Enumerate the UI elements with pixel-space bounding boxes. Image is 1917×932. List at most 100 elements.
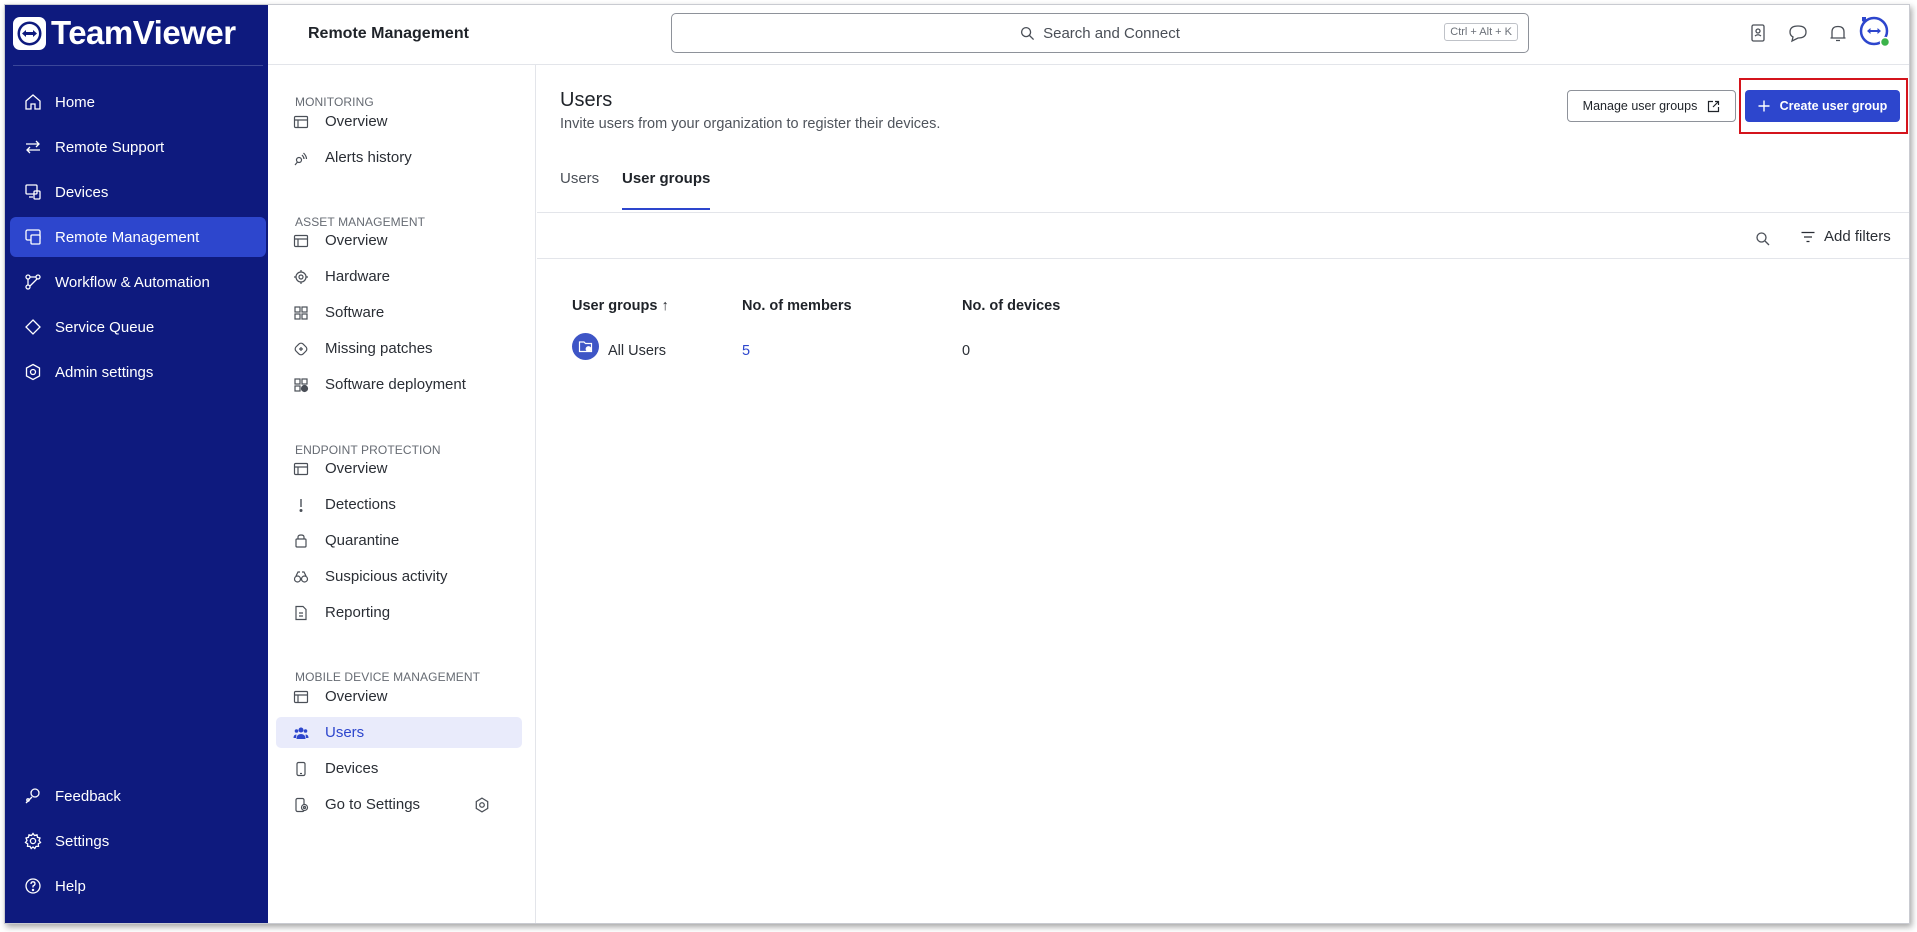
plus-icon (1758, 100, 1770, 112)
table-row-name[interactable]: All Users (608, 343, 666, 359)
subnav-label: Overview (325, 113, 388, 130)
nav-item-devices[interactable]: Devices (10, 172, 266, 212)
subnav-label: Suspicious activity (325, 568, 448, 585)
subnav-software-deployment[interactable]: Software deployment (276, 369, 522, 400)
workflow-icon (25, 274, 41, 290)
notification-bell-icon[interactable] (1827, 22, 1849, 44)
subnav-label: Software deployment (325, 376, 466, 393)
subnav-label: Devices (325, 760, 379, 777)
nav-item-feedback[interactable]: Feedback (10, 776, 266, 816)
add-filters-label: Add filters (1824, 228, 1891, 245)
search-placeholder: Search and Connect (1043, 24, 1180, 42)
nav-item-remote-support[interactable]: Remote Support (10, 127, 266, 167)
filter-icon (1801, 231, 1815, 242)
devices-icon (25, 184, 41, 200)
subnav-label: Missing patches (325, 340, 433, 357)
subnav-mdm-devices[interactable]: Devices (276, 753, 522, 784)
subnav-label: Detections (325, 496, 396, 513)
header-title: Remote Management (308, 25, 469, 42)
keyboard-shortcut-badge: Ctrl + Alt + K (1444, 23, 1518, 41)
nav-item-home[interactable]: Home (10, 82, 266, 122)
subnav-alerts-history[interactable]: Alerts history (276, 142, 522, 173)
search-icon (1021, 26, 1035, 40)
exclamation-icon (299, 498, 303, 512)
subnav-label: Hardware (325, 268, 391, 285)
alert-signal-icon (294, 152, 308, 165)
nav-item-label: Home (55, 93, 96, 111)
subnav-endpoint-overview[interactable]: Overview (276, 453, 522, 484)
subnav-asset-overview[interactable]: Overview (276, 225, 522, 256)
subnav-label: Software (325, 304, 385, 321)
device-settings-icon (295, 797, 309, 812)
logo-text: TeamViewer (51, 14, 236, 51)
subnav-label: Quarantine (325, 532, 400, 549)
subnav-quarantine[interactable]: Quarantine (276, 525, 522, 556)
subnav-monitoring-overview[interactable]: Overview (276, 106, 522, 137)
divider (13, 65, 263, 66)
nav-item-admin-settings[interactable]: Admin settings (10, 352, 266, 392)
lock-bag-icon (295, 533, 307, 548)
column-header-label: User groups (572, 298, 658, 314)
subnav-go-to-settings[interactable]: Go to Settings (276, 789, 522, 820)
teamviewer-logo-icon (13, 16, 46, 50)
subnav-label: Overview (325, 688, 388, 705)
subnav-hardware[interactable]: Hardware (276, 261, 522, 292)
search-and-connect-input[interactable]: Search and Connect Ctrl + Alt + K (671, 13, 1529, 53)
secondary-sidebar: MONITORING Overview Alerts history ASSET… (268, 65, 536, 923)
phone-icon (296, 761, 306, 776)
manage-user-groups-button[interactable]: Manage user groups (1567, 90, 1736, 122)
teamviewer-logo[interactable]: TeamViewer (13, 14, 236, 51)
dashboard-icon (293, 690, 309, 703)
table-row-members-link[interactable]: 5 (742, 343, 750, 359)
column-header-members[interactable]: No. of members (742, 298, 852, 314)
main-sidebar: TeamViewer Home Remote Support Devices R… (5, 5, 268, 923)
help-icon (25, 878, 41, 894)
binoculars-icon (293, 570, 309, 583)
settings-gear-icon (475, 796, 489, 813)
sort-ascending-icon: ↑ (661, 298, 669, 314)
tab-users[interactable]: Users (560, 170, 599, 210)
tabs-divider (537, 212, 1909, 213)
subnav-suspicious-activity[interactable]: Suspicious activity (276, 561, 522, 592)
subnav-software[interactable]: Software (276, 297, 522, 328)
subnav-label: Reporting (325, 604, 391, 621)
dashboard-icon (293, 115, 309, 128)
search-icon[interactable] (1755, 231, 1771, 247)
main-content: Users Invite users from your organizatio… (537, 65, 1909, 923)
gear-icon (24, 832, 42, 850)
page-title: Users (560, 89, 613, 111)
column-header-user-groups[interactable]: User groups ↑ (572, 298, 669, 314)
nav-item-settings[interactable]: Settings (10, 821, 266, 861)
subnav-label: Overview (325, 460, 388, 477)
nav-item-remote-management[interactable]: Remote Management (10, 217, 266, 257)
chat-icon[interactable] (1787, 22, 1809, 44)
dashboard-icon (293, 462, 309, 475)
user-avatar[interactable] (1857, 14, 1891, 48)
report-icon (295, 605, 307, 620)
subnav-missing-patches[interactable]: Missing patches (276, 333, 522, 364)
nav-item-label: Help (55, 877, 86, 895)
page-subtitle: Invite users from your organization to r… (560, 116, 941, 132)
subnav-mdm-overview[interactable]: Overview (276, 681, 522, 712)
nav-item-label: Feedback (55, 787, 121, 805)
subnav-reporting[interactable]: Reporting (276, 597, 522, 628)
add-filters-button[interactable]: Add filters (1801, 228, 1891, 245)
dashboard-icon (293, 234, 309, 247)
create-user-group-button[interactable]: Create user group (1745, 90, 1900, 122)
users-icon (293, 727, 309, 739)
table-row-devices: 0 (962, 343, 971, 359)
nav-item-workflow[interactable]: Workflow & Automation (10, 262, 266, 302)
nav-item-help[interactable]: Help (10, 866, 266, 906)
column-header-devices[interactable]: No. of devices (962, 298, 1060, 314)
nav-item-label: Admin settings (55, 363, 154, 381)
filters-divider (537, 258, 1909, 259)
tab-user-groups[interactable]: User groups (622, 170, 711, 210)
subnav-users[interactable]: Users (276, 717, 522, 748)
create-user-group-label: Create user group (1779, 99, 1888, 113)
contacts-book-icon[interactable] (1747, 22, 1769, 44)
patch-icon (294, 342, 308, 355)
subnav-detections[interactable]: Detections (276, 489, 522, 520)
subnav-label: Users (325, 724, 365, 741)
top-header: Remote Management Search and Connect Ctr… (268, 5, 1909, 65)
nav-item-service-queue[interactable]: Service Queue (10, 307, 266, 347)
